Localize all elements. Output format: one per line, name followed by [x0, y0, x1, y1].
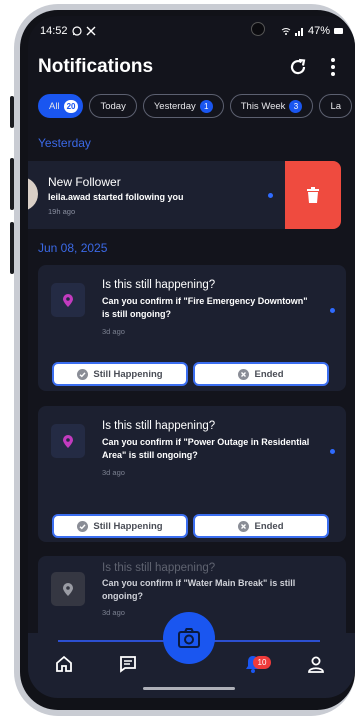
home-indicator — [143, 687, 235, 690]
x-circle-icon — [238, 520, 250, 532]
x-logo-icon — [86, 26, 96, 36]
delete-button[interactable] — [285, 161, 341, 229]
notification-icon-box — [51, 424, 85, 458]
notification-time: 3d ago — [102, 468, 125, 477]
filter-chip-today[interactable]: Today — [89, 94, 137, 118]
unread-dot — [330, 308, 335, 313]
still-happening-label: Still Happening — [93, 520, 163, 532]
location-pin-icon — [63, 582, 73, 596]
screen: 14:52 47% Notifications All 20 Today Yes… — [28, 16, 355, 698]
notification-title: Is this still happening? — [102, 279, 216, 291]
user-icon — [308, 656, 324, 673]
battery-percent: 47% — [307, 25, 330, 37]
filter-chip-this-week[interactable]: This Week 3 — [229, 94, 314, 118]
section-header-date: Jun 08, 2025 — [38, 241, 108, 255]
unread-dot — [268, 193, 273, 198]
wifi-icon — [281, 27, 291, 35]
notification-count-badge: 10 — [253, 656, 271, 669]
ended-label: Ended — [254, 368, 284, 380]
check-circle-icon — [77, 520, 89, 532]
page-title: Notifications — [38, 56, 154, 77]
filter-chip-label: All — [49, 100, 60, 112]
side-button-volume-up — [10, 96, 14, 128]
filter-chip-last[interactable]: La — [319, 94, 353, 118]
still-happening-button[interactable]: Still Happening — [52, 362, 188, 386]
nav-feed[interactable] — [116, 652, 140, 676]
battery-icon — [334, 28, 343, 34]
location-pin-icon — [63, 293, 73, 307]
check-circle-icon — [77, 368, 89, 380]
follower-notification-content[interactable]: New Follower leila.awad started followin… — [28, 161, 285, 229]
nav-profile[interactable] — [304, 652, 328, 676]
notification-time: 3d ago — [102, 608, 125, 617]
notification-message: leila.awad started following you — [48, 192, 184, 202]
camera-icon — [178, 628, 200, 648]
still-happening-button[interactable]: Still Happening — [52, 514, 188, 538]
filter-count-badge: 3 — [289, 99, 303, 113]
notification-time: 3d ago — [102, 327, 125, 336]
notification-title: Is this still happening? — [102, 562, 216, 574]
confirm-notification-card[interactable]: Is this still happening? Can you confirm… — [38, 265, 346, 391]
filter-count-badge: 20 — [63, 99, 79, 113]
filter-chip-label: Today — [100, 100, 126, 112]
signal-icon — [294, 27, 303, 36]
whatsapp-icon — [71, 26, 82, 36]
status-bar: 14:52 47% — [28, 16, 355, 46]
filter-chip-all[interactable]: All 20 — [38, 94, 84, 118]
home-icon — [56, 655, 72, 672]
phone-device: 14:52 47% Notifications All 20 Today Yes… — [0, 0, 355, 720]
filter-chip-label: This Week — [240, 100, 286, 112]
avatar — [28, 177, 38, 211]
x-circle-icon — [238, 368, 250, 380]
refresh-icon[interactable] — [287, 56, 309, 78]
filter-chip-label: La — [330, 100, 342, 112]
front-camera — [251, 22, 265, 36]
trash-icon — [307, 187, 319, 203]
location-pin-icon — [63, 434, 73, 448]
camera-button[interactable] — [163, 612, 215, 664]
notification-icon-box — [51, 283, 85, 317]
ended-button[interactable]: Ended — [193, 514, 329, 538]
filter-count-badge: 1 — [199, 99, 213, 113]
filter-chip-yesterday[interactable]: Yesterday 1 — [142, 94, 224, 118]
nav-home[interactable] — [52, 652, 76, 676]
notification-message: Can you confirm if "Power Outage in Resi… — [102, 437, 310, 460]
ended-label: Ended — [254, 520, 284, 532]
filter-chip-label: Yesterday — [153, 100, 196, 112]
follower-notification[interactable]: New Follower leila.awad started followin… — [28, 161, 355, 229]
notification-title: Is this still happening? — [102, 420, 216, 432]
confirm-notification-card[interactable]: Is this still happening? Can you confirm… — [38, 406, 346, 542]
notification-message: Can you confirm if "Water Main Break" is… — [102, 578, 296, 601]
side-button-power — [10, 222, 14, 274]
header: Notifications — [38, 54, 338, 84]
status-time: 14:52 — [40, 25, 68, 37]
notification-title: New Follower — [48, 175, 121, 189]
more-vertical-icon[interactable] — [328, 56, 338, 78]
notification-icon-box — [51, 572, 85, 606]
still-happening-label: Still Happening — [93, 368, 163, 380]
unread-dot — [330, 449, 335, 454]
filter-chips: All 20 Today Yesterday 1 This Week 3 La — [38, 94, 355, 118]
side-button-volume-down — [10, 158, 14, 210]
section-header-yesterday: Yesterday — [38, 136, 91, 150]
ended-button[interactable]: Ended — [193, 362, 329, 386]
notification-message: Can you confirm if "Fire Emergency Downt… — [102, 296, 308, 319]
feed-icon — [120, 656, 136, 673]
notification-time: 19h ago — [48, 207, 76, 216]
